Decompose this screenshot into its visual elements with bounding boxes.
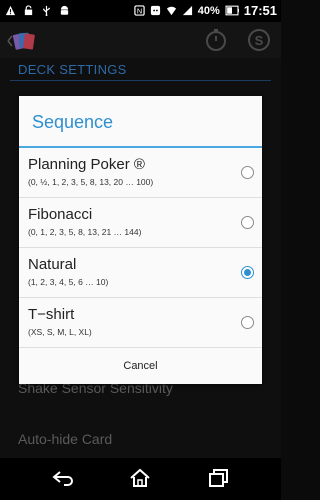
dialog-title: Sequence	[32, 112, 114, 132]
setting-auto-hide-card[interactable]: Auto-hide Card	[18, 431, 112, 447]
signal-icon	[182, 5, 192, 16]
usb-icon	[43, 5, 50, 16]
status-bar: N 40% 17:51	[0, 0, 281, 22]
sequence-dialog: Sequence Planning Poker ® (0, ½, 1, 2, 3…	[19, 96, 262, 384]
navigation-bar	[0, 458, 281, 500]
option-label: Fibonacci	[28, 206, 93, 223]
s-icon[interactable]: S	[246, 27, 272, 53]
wifi-icon	[166, 6, 176, 16]
radio-fibonacci[interactable]	[241, 216, 254, 229]
option-values: (0, 1, 2, 3, 5, 8, 13, 21 … 144)	[28, 227, 142, 237]
option-natural[interactable]: Natural (1, 2, 3, 4, 5, 6 … 10)	[19, 248, 262, 298]
svg-text:S: S	[255, 33, 264, 48]
option-fibonacci[interactable]: Fibonacci (0, 1, 2, 3, 5, 8, 13, 21 … 14…	[19, 198, 262, 248]
section-header: DECK SETTINGS	[18, 62, 127, 77]
option-label: Planning Poker ®	[28, 156, 145, 173]
notification-icon: N	[134, 5, 145, 16]
home-icon[interactable]	[129, 468, 151, 488]
option-values: (XS, S, M, L, XL)	[28, 327, 92, 337]
clock: 17:51	[243, 3, 277, 18]
radio-planning-poker[interactable]	[241, 166, 254, 179]
radio-natural[interactable]	[241, 266, 254, 279]
timer-icon[interactable]	[203, 27, 229, 53]
lock-icon	[24, 5, 33, 16]
warning-icon	[5, 5, 16, 16]
option-values: (1, 2, 3, 4, 5, 6 … 10)	[28, 277, 109, 287]
battery-icon	[225, 5, 239, 16]
battery-percent: 40%	[197, 4, 220, 17]
recents-icon[interactable]	[207, 468, 229, 488]
option-planning-poker[interactable]: Planning Poker ® (0, ½, 1, 2, 3, 5, 8, 1…	[19, 148, 262, 198]
cat-icon	[150, 5, 160, 16]
option-t-shirt[interactable]: T−shirt (XS, S, M, L, XL)	[19, 298, 262, 348]
android-icon	[60, 5, 69, 15]
option-label: Natural	[28, 256, 77, 273]
back-icon[interactable]	[52, 468, 74, 488]
option-label: T−shirt	[28, 306, 75, 323]
app-icon[interactable]	[4, 27, 38, 55]
radio-t-shirt[interactable]	[241, 316, 254, 329]
action-bar: S	[0, 22, 281, 58]
svg-text:N: N	[137, 6, 142, 15]
section-divider	[10, 80, 271, 81]
option-values: (0, ½, 1, 2, 3, 5, 8, 13, 20 … 100)	[28, 177, 154, 187]
cancel-button[interactable]: Cancel	[19, 348, 262, 384]
